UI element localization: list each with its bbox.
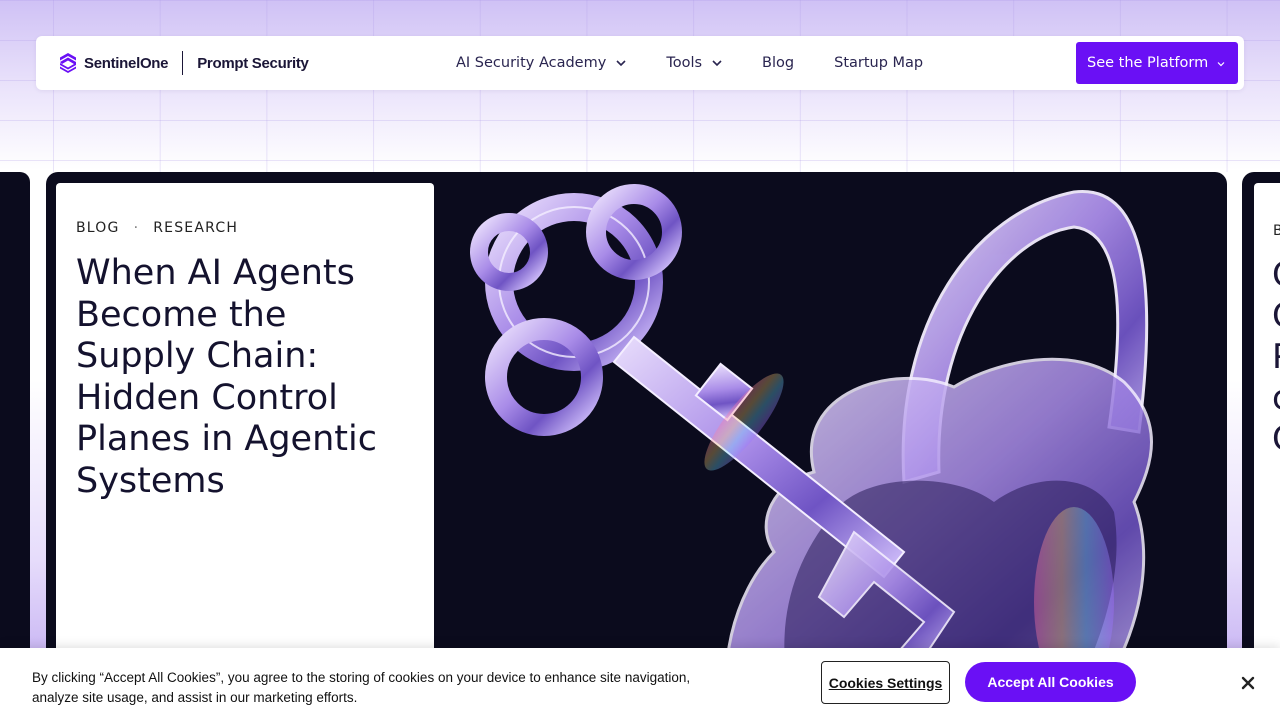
tag-research[interactable]: RESEARCH	[153, 220, 238, 236]
sentinelone-logo-icon	[60, 53, 76, 73]
nav-item-label: AI Security Academy	[456, 55, 607, 71]
next-card-title-line: C	[1272, 255, 1280, 296]
next-card-title-line: P	[1272, 337, 1280, 378]
next-card-title-line: C	[1272, 419, 1280, 460]
nav-item-startup-map[interactable]: Startup Map	[834, 55, 923, 71]
article-title[interactable]: When AI Agents Become the Supply Chain: …	[76, 253, 416, 502]
cookies-settings-button[interactable]: Cookies Settings	[821, 661, 950, 704]
nav-item-blog[interactable]: Blog	[762, 55, 794, 71]
nav-item-ai-security-academy[interactable]: AI Security Academy	[456, 55, 626, 71]
chevron-down-icon	[712, 60, 722, 67]
next-card-title-line: c	[1272, 378, 1280, 419]
see-the-platform-button[interactable]: See the Platform	[1076, 42, 1238, 84]
featured-article-card[interactable]: BLOG · RESEARCH When AI Agents Become th…	[46, 172, 1227, 720]
tag-separator: ·	[133, 220, 140, 236]
crystal-key-padlock-illustration	[470, 184, 1153, 720]
brand-sentinelone: SentinelOne	[84, 54, 169, 72]
cookie-consent-text: By clicking “Accept All Cookies”, you ag…	[32, 670, 691, 705]
nav-item-label: Tools	[666, 55, 703, 71]
next-card-title: C C P c C	[1272, 255, 1280, 460]
top-navigation: SentinelOne Prompt Security AI Security …	[36, 36, 1244, 90]
article-text-panel: BLOG · RESEARCH When AI Agents Become th…	[56, 183, 434, 720]
next-card-title-line: C	[1272, 296, 1280, 337]
logo[interactable]: SentinelOne Prompt Security	[58, 51, 309, 75]
cookie-banner: By clicking “Accept All Cookies”, you ag…	[0, 648, 1280, 720]
nav-item-label: Startup Map	[834, 55, 924, 71]
tag-blog[interactable]: BLOG	[76, 220, 120, 236]
brand-divider	[182, 51, 184, 75]
article-tags: BLOG · RESEARCH	[76, 220, 238, 236]
nav-item-label: Blog	[762, 55, 795, 71]
accept-all-cookies-button[interactable]: Accept All Cookies	[965, 662, 1136, 702]
next-card-tag: B	[1273, 223, 1280, 239]
next-card-text-panel: B C C P c C	[1254, 183, 1280, 720]
see-the-platform-label: See the Platform	[1087, 55, 1209, 71]
brand-prompt-security: Prompt Security	[197, 54, 309, 72]
carousel-card-previous[interactable]	[0, 172, 30, 720]
chevron-down-icon	[616, 60, 626, 67]
chevron-down-icon	[1217, 62, 1225, 67]
nav-links: AI Security Academy Tools Blog Startup M…	[456, 36, 963, 90]
carousel-card-next[interactable]: B C C P c C	[1242, 172, 1280, 720]
close-icon[interactable]	[1238, 673, 1258, 693]
nav-item-tools[interactable]: Tools	[666, 55, 722, 71]
